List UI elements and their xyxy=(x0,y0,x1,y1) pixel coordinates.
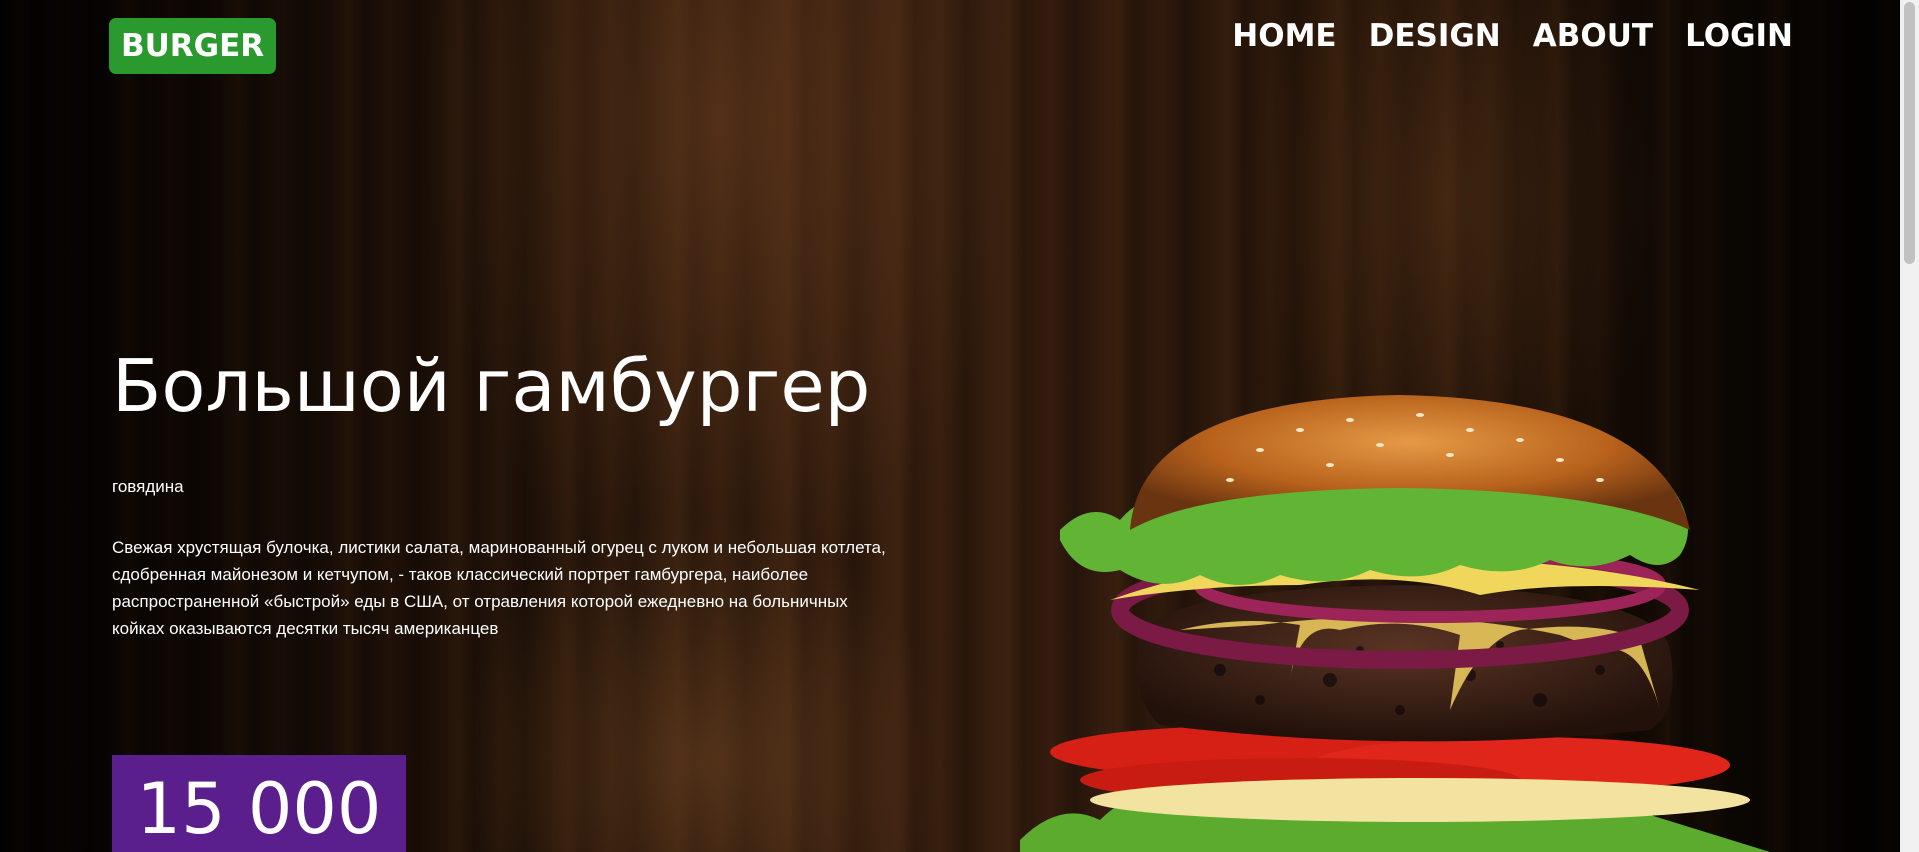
page: BURGER HOME DESIGN ABOUT LOGIN Большой г… xyxy=(0,0,1919,852)
nav-home[interactable]: HOME xyxy=(1232,14,1336,58)
hero-description: Свежая хрустящая булочка, листики салата… xyxy=(112,538,886,638)
main-nav: HOME DESIGN ABOUT LOGIN xyxy=(1232,14,1793,58)
logo[interactable]: BURGER xyxy=(109,18,277,74)
nav-login[interactable]: LOGIN xyxy=(1685,14,1793,58)
nav-about[interactable]: ABOUT xyxy=(1533,14,1653,58)
burger-image xyxy=(1020,395,1770,852)
scrollbar[interactable] xyxy=(1900,0,1919,852)
hero-title: Большой гамбургер xyxy=(112,344,871,428)
scrollbar-thumb[interactable] xyxy=(1904,2,1915,264)
hero-subtitle: говядина xyxy=(112,477,184,496)
nav-design[interactable]: DESIGN xyxy=(1369,14,1501,58)
price-badge[interactable]: 15 000 xyxy=(112,755,406,852)
